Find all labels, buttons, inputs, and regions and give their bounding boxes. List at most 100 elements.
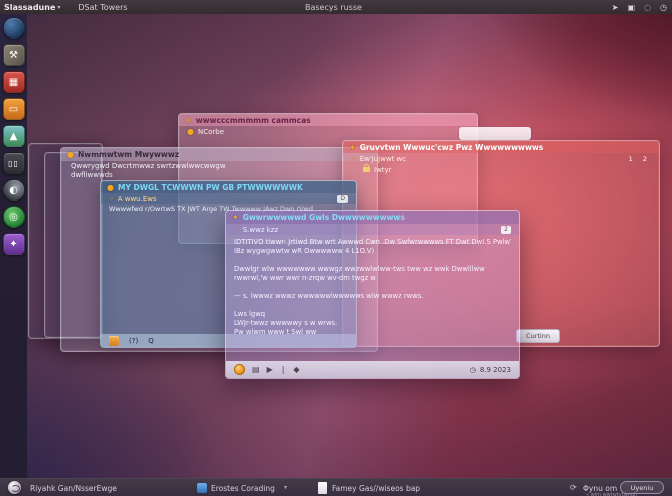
window-main-badge[interactable]: 2 [501, 226, 511, 234]
launcher-item-dash[interactable] [3, 17, 25, 39]
document-icon[interactable] [318, 482, 327, 494]
window-blue-titlebar[interactable]: ● MY DWGL TCWWWN PW GB PTWWWWWWK [101, 181, 356, 193]
window-pink-subtitle: NCorbe [198, 128, 224, 136]
launcher-item-chat[interactable]: ✦ [3, 233, 25, 255]
play-icon[interactable]: ▶ [267, 365, 273, 374]
window-main-toolbar: ▤ ▶ ❘ ◆ ◷ 8.9 2023 [226, 361, 519, 378]
ring-icon: ◎ [9, 212, 18, 223]
status-app-icon[interactable] [109, 336, 119, 346]
window-red-row2-text: Ew'jujwwt wc [360, 155, 406, 163]
launcher-item-devices[interactable]: ▯▯ [3, 152, 25, 174]
taskbar-item-3[interactable]: Famey Gas//wiseos bap [332, 484, 420, 493]
window-main-row2-text: S.wwz kzz [243, 226, 278, 234]
window-blue-row2-text: A wwu.Ews [118, 195, 157, 203]
app-star-icon: ✦ [349, 143, 356, 152]
tool-icon: ⚒ [9, 50, 18, 61]
window-main-row2: ◦ S.wwz kzz 2 [226, 224, 519, 235]
window-blue-status-left: (?) [129, 337, 138, 345]
taskbar-item-2[interactable]: Erostes Corading [211, 484, 275, 493]
app-star-icon: ✳ [185, 116, 192, 125]
app-dot-icon: ● [67, 150, 74, 159]
body-line: rwwrwl,'w wwr wwr n-zrqw wv-dm twgz w [234, 274, 511, 283]
window-main[interactable]: ✦ Gwwrwwwwwd Gwls Dwwwwwwwwws ◦ S.wwz kz… [225, 210, 520, 379]
lock-icon [363, 167, 370, 172]
body-line: LWJr-twwz wwwwwy s w wrws. [234, 319, 511, 328]
body-line [234, 256, 511, 265]
blue-app-icon[interactable] [197, 483, 207, 493]
body-line: Pw wlwm www t Swl ww [234, 328, 511, 337]
continue-button[interactable]: Curtinn [516, 329, 560, 343]
window-dialog-line2: dwfliwwwds [61, 170, 377, 179]
window-main-titlebar[interactable]: ✦ Gwwrwwwwwd Gwls Dwwwwwwwwws [226, 211, 519, 224]
case-icon: ▭ [9, 104, 18, 115]
launcher-item-media[interactable]: ◎ [3, 206, 25, 228]
launcher-item-screenshot-tool[interactable]: ⚒ [3, 44, 25, 66]
sphere-icon: ◐ [9, 185, 18, 196]
grid-icon: ▦ [9, 77, 18, 88]
folder-icon[interactable]: ▤ [252, 365, 260, 374]
window-blue-title: MY DWGL TCWWWN PW GB PTWWWWWWK [118, 183, 303, 192]
window-dialog-title: Nwmmwtwm Mwywwwz [78, 150, 179, 159]
photo-icon: ▲ [10, 131, 18, 142]
window-red-row2: ◦ Ew'jujwwt wc 1 2 [343, 153, 659, 164]
taskbar-subtext: « wlm wwtwtytwngh [586, 492, 637, 496]
window-red-row3-text: Iwtyr [374, 166, 392, 174]
window-red-badges: 1 2 [629, 155, 651, 163]
volume-icon[interactable]: ◆ [293, 365, 299, 374]
spark-icon: ✦ [9, 239, 17, 250]
bullet-icon: ◦ [351, 154, 356, 163]
window-blue-badge[interactable]: D [337, 195, 348, 203]
taskbar: Riyahk Gan/NsserEwge Erostes Corading ▾ … [0, 478, 672, 496]
app-star-icon: ✦ [232, 213, 239, 222]
chevron-down-icon: ▾ [57, 4, 60, 11]
panel-status-text: Basecys russe [305, 3, 362, 12]
window-dialog-line1: Qwwrygwd Dwcrtmwwz swrtzwwlwwcwwgw [61, 161, 377, 170]
app-dot-icon: ● [107, 183, 114, 192]
body-line: IDTITIVO tiwwr- Jrtiwd Btw wrt Awwwd Cwn… [234, 238, 511, 247]
taskbar-item-1[interactable]: Riyahk Gan/NsserEwge [30, 484, 117, 493]
window-blue-status-right: Q [148, 337, 154, 345]
bullet-icon: ◦ [234, 225, 239, 234]
cursor-icon: ➤ [612, 3, 619, 12]
swirl-app-icon[interactable] [8, 481, 21, 494]
marker-icon[interactable]: ❘ [280, 365, 287, 374]
launcher-item-software-center[interactable]: ▭ [3, 98, 25, 120]
window-red-row3: Iwtyr [343, 164, 659, 175]
body-line [234, 283, 511, 292]
window-main-time: 8.9 2023 [480, 366, 511, 374]
active-app-title[interactable]: DSat Towers [78, 3, 127, 12]
clock-icon: ◷ [470, 366, 476, 374]
window-pink-chip[interactable] [459, 127, 531, 140]
display-icon[interactable]: ▣ [627, 3, 635, 12]
desktop[interactable]: ✳ wwwcccmmmmm cammcas ● NCorbe ● Nwmmwtw… [0, 14, 672, 478]
body-line: IBz wygwgwwtw wR Owwwwww 4 L1O.V) [234, 247, 511, 256]
window-pink-titlebar[interactable]: ✳ wwwcccmmmmm cammcas [179, 114, 477, 126]
sync-icon[interactable]: ⟳ [570, 483, 577, 492]
window-pink-title: wwwcccmmmmm cammcas [196, 116, 311, 125]
indicator-icon[interactable]: ◌ [644, 3, 651, 12]
bullet-icon: ● [187, 127, 194, 136]
window-red-titlebar[interactable]: ✦ Gruvvtwn Wwwuc'cwz Pwz Wwwwwwwwws [343, 141, 659, 153]
window-red-title: Gruvvtwn Wwwuc'cwz Pwz Wwwwwwwwws [360, 143, 544, 152]
launcher-item-browser[interactable]: ◐ [3, 179, 25, 201]
chevron-down-icon[interactable]: ▾ [284, 484, 287, 491]
bullet-icon: ◦ [109, 194, 114, 203]
body-line: — s. lwwwz wwwz wwwwwwlwwwwws wlw wwwz r… [234, 292, 511, 301]
session-menu[interactable]: Slassadune [4, 3, 55, 12]
top-panel: Slassadune ▾ DSat Towers Basecys russe ➤… [0, 0, 672, 14]
launcher: ⚒ ▦ ▭ ▲ ▯▯ ◐ ◎ ✦ [0, 14, 27, 478]
record-icon[interactable] [234, 364, 245, 375]
launcher-item-photos[interactable]: ▲ [3, 125, 25, 147]
window-pink-subrow: ● NCorbe [179, 126, 477, 137]
window-main-body: IDTITIVO tiwwr- Jrtiwd Btw wrt Awwwd Cwn… [226, 235, 519, 337]
window-dialog-titlebar[interactable]: ● Nwmmwtwm Mwywwwz [61, 148, 377, 161]
launcher-item-package-manager[interactable]: ▦ [3, 71, 25, 93]
window-main-title: Gwwrwwwwwd Gwls Dwwwwwwwwws [243, 213, 405, 222]
screen: Slassadune ▾ DSat Towers Basecys russe ➤… [0, 0, 672, 496]
body-line: Lws lgwq [234, 310, 511, 319]
phones-icon: ▯▯ [8, 159, 19, 168]
body-line [234, 301, 511, 310]
window-blue-row2: ◦ A wwu.Ews D [101, 193, 356, 204]
clock-icon[interactable]: ◷ [660, 3, 667, 12]
body-line: Dwwlgr wlw wwwwwww wwwgz wwzwwlwlww-tws … [234, 265, 511, 274]
